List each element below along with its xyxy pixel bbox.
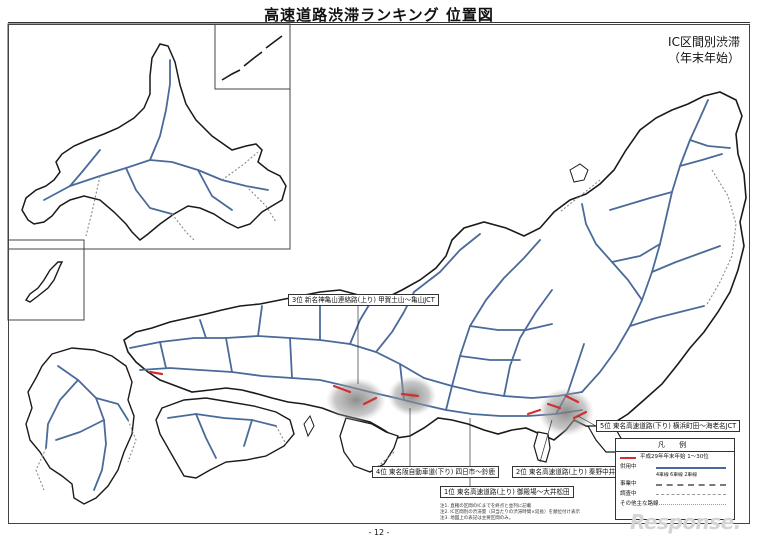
rank-3-label: 3位 新名神亀山連絡路(上り) 甲賀土山～亀山JCT (288, 294, 439, 306)
legend-survey: 調査中 (616, 489, 734, 499)
legend-other: その他主な路線 (616, 499, 734, 509)
shikoku-landmass (155, 397, 295, 479)
okinawa-island (24, 261, 64, 303)
awaji-island (303, 414, 315, 438)
hotspot-kameyama (326, 378, 386, 422)
legend-under-construction: 事業中 (616, 479, 734, 489)
legend-open-label: 供用中 (620, 464, 637, 470)
kuril-islands (221, 35, 283, 81)
footnotes: 注1. 直轄の区間のICまでを終点と並列に記載 注2. IC区間別の渋滞量（日当… (440, 504, 580, 522)
rank-5-label: 5位 東名高速道路(下り) 横浜町田～海老名JCT (596, 420, 741, 432)
hokkaido-landmass (21, 43, 287, 241)
legend-open-swatch (656, 467, 726, 469)
rank-1-label: 1位 東名高速道路(上り) 御殿場～大井松田 (440, 486, 574, 498)
legend-open: 供用中 (616, 462, 734, 472)
legend-congestion: 平成29年年末年始 1～30位 (616, 452, 734, 462)
legend-other-swatch (656, 504, 726, 505)
sado-island (569, 163, 589, 183)
legend-congestion-label: 平成29年年末年始 1～30位 (640, 454, 709, 460)
legend-title: 凡 例 (616, 439, 734, 452)
rank-4-label: 4位 東名阪自動車道(下り) 四日市～鈴鹿 (372, 466, 500, 478)
footnote-3: 注3. 地図上の表記は主要区間のみ。 (440, 516, 514, 521)
legend-open-lanes: 4車線 6車線 2車線 (616, 472, 734, 479)
page-number: - 12 - (368, 528, 390, 537)
map-legend: 凡 例 平成29年年末年始 1～30位 供用中 4車線 6車線 2車線 事業中 … (615, 438, 735, 520)
legend-congestion-swatch (620, 457, 636, 459)
legend-survey-label: 調査中 (620, 491, 637, 497)
legend-survey-swatch (656, 494, 726, 495)
kyushu-landmass (25, 347, 135, 505)
legend-under-construction-swatch (656, 484, 726, 486)
legend-open-lanes-label: 4車線 6車線 2車線 (656, 473, 697, 478)
legend-under-construction-label: 事業中 (620, 481, 637, 487)
legend-other-label: その他主な路線 (620, 501, 659, 507)
kuril-inset-frame (214, 23, 291, 90)
